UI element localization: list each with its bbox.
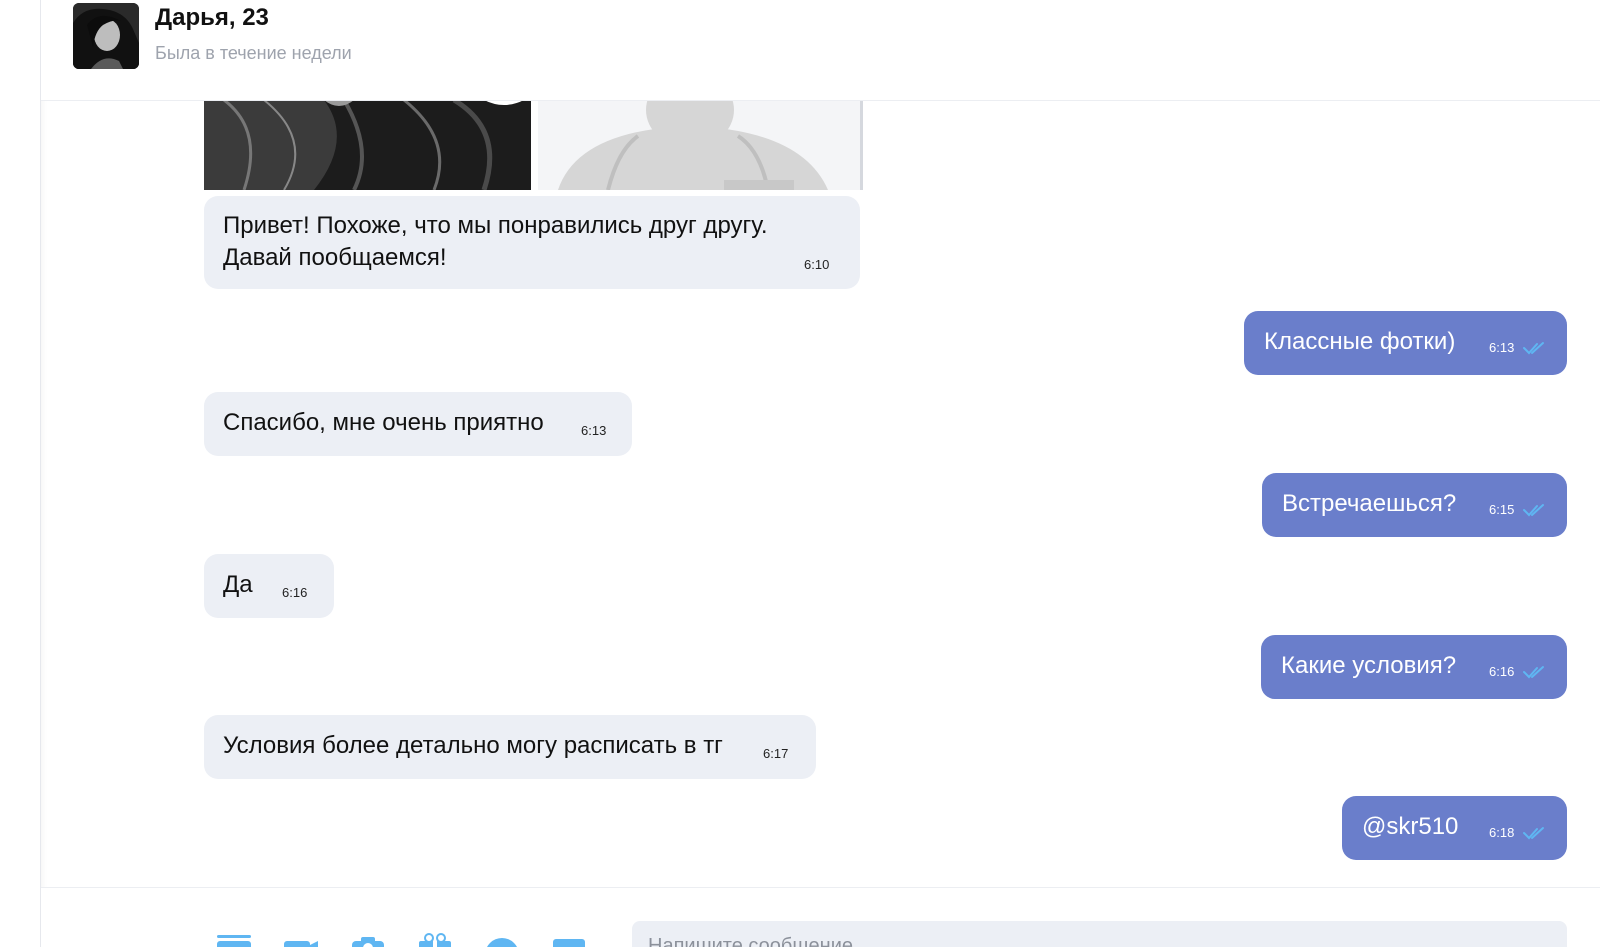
profile-photo[interactable] [204, 100, 531, 190]
message-text: Какие условия? [1281, 652, 1457, 679]
sticker-icon[interactable] [483, 933, 521, 947]
image-icon[interactable] [550, 933, 588, 947]
message-time: 6:17 [763, 746, 789, 761]
message-time: 6:13 [581, 423, 607, 438]
chat-header: Дарья, 23 Была в течение недели [41, 0, 1600, 101]
message-time: 6:13 [1489, 340, 1515, 355]
message-time: 6:10 [804, 257, 830, 272]
message-bubble-incoming[interactable]: Привет! Похоже, что мы понравились друг … [204, 196, 860, 289]
message-input[interactable] [632, 921, 1567, 947]
message-text: @skr510 [1362, 813, 1459, 840]
message-bubble-incoming[interactable]: Да 6:16 [204, 554, 334, 618]
message-text: Спасибо, мне очень приятно [223, 409, 544, 436]
message-text: Условия более детально могу расписать в … [223, 732, 723, 759]
read-check-icon [1523, 342, 1544, 355]
camera-icon[interactable] [349, 933, 387, 947]
message-bubble-outgoing[interactable]: Классные фотки) 6:13 [1244, 311, 1567, 375]
message-text: Встречаешься? [1282, 490, 1457, 517]
message-time: 6:16 [1489, 664, 1515, 679]
message-text: Да [223, 571, 253, 598]
message-time: 6:15 [1489, 502, 1515, 517]
read-check-icon [1523, 504, 1544, 517]
message-time: 6:16 [282, 585, 308, 600]
read-check-icon [1523, 666, 1544, 679]
avatar[interactable] [73, 3, 139, 69]
gift-icon[interactable] [416, 933, 454, 947]
chat-page: Дарья, 23 Была в течение недели Привет! … [0, 0, 1600, 947]
message-list: Привет! Похоже, что мы понравились друг … [41, 100, 1600, 887]
message-bubble-outgoing[interactable]: @skr510 6:18 [1342, 796, 1567, 860]
message-text: Классные фотки) [1264, 328, 1456, 355]
contact-status: Была в течение недели [155, 43, 352, 63]
left-sidebar [0, 0, 41, 947]
placeholder-photo[interactable] [538, 100, 860, 190]
profile-photos-card[interactable] [204, 100, 863, 190]
video-icon[interactable] [282, 933, 320, 947]
message-bubble-incoming[interactable]: Спасибо, мне очень приятно 6:13 [204, 392, 632, 456]
message-time: 6:18 [1489, 825, 1515, 840]
contact-name[interactable]: Дарья, 23 [155, 4, 269, 32]
read-check-icon [1523, 827, 1544, 840]
message-text: Привет! Похоже, что мы понравились друг … [223, 212, 768, 271]
cards-icon[interactable] [215, 933, 253, 947]
message-bubble-outgoing[interactable]: Встречаешься? 6:15 [1262, 473, 1567, 537]
message-bubble-outgoing[interactable]: Какие условия? 6:16 [1261, 635, 1567, 699]
message-bubble-incoming[interactable]: Условия более детально могу расписать в … [204, 715, 816, 779]
message-composer [41, 887, 1600, 947]
